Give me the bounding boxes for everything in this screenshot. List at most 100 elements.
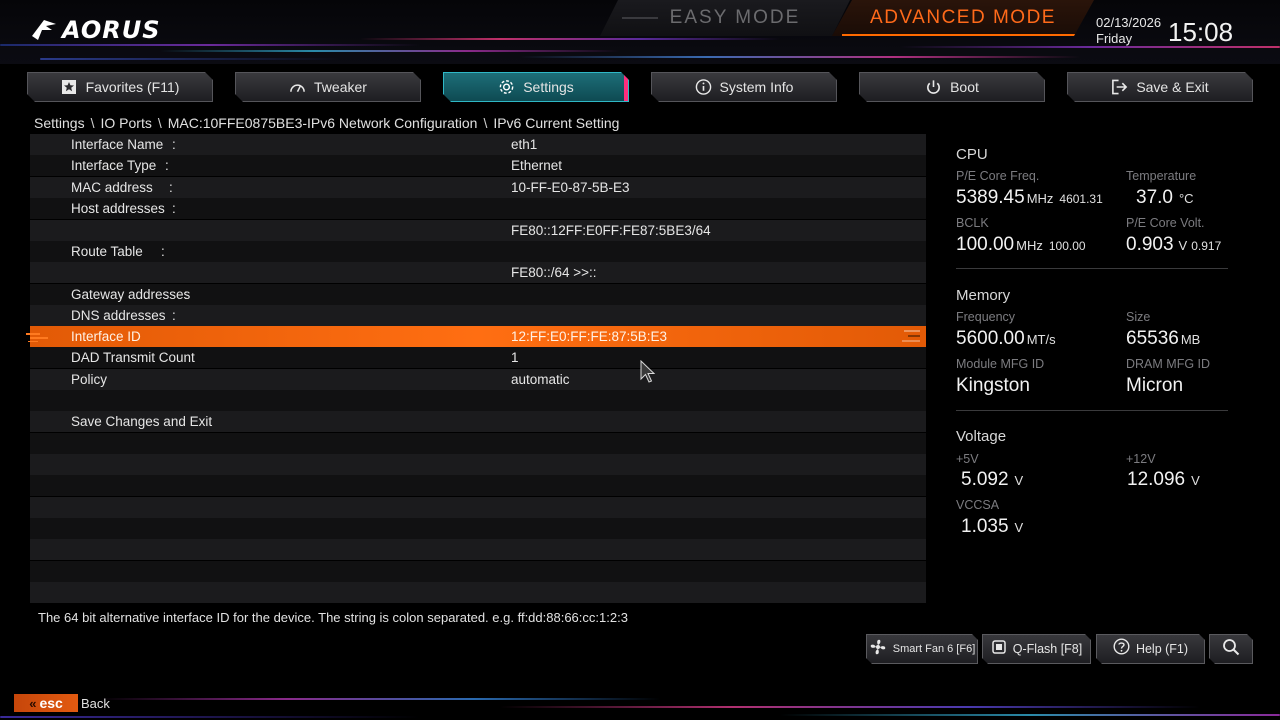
table-row: Interface Type : Ethernet [30, 155, 926, 176]
table-row: Gateway addresses : [30, 284, 926, 305]
gauge-icon [289, 79, 306, 96]
q-flash-label: Q-Flash [F8] [1012, 642, 1083, 656]
hardware-monitor-panel: CPU P/E Core Freq. 5389.45 MHz 4601.31 Tem… [940, 134, 1240, 604]
easy-mode-dash [622, 17, 658, 19]
footer-streak [100, 698, 660, 700]
v12-label: +12V [1126, 452, 1156, 466]
easy-mode-label: EASY MODE [669, 7, 801, 28]
aorus-logo: AORUS [30, 14, 161, 46]
bclk-label: BCLK [956, 216, 989, 230]
tab-settings[interactable]: Settings [443, 72, 629, 102]
tab-label: Boot [950, 79, 979, 95]
row-colon: : [172, 308, 176, 323]
core-volt-label: P/E Core Volt. [1126, 216, 1205, 230]
tab-boot[interactable]: Boot [859, 72, 1045, 102]
header-streak [40, 58, 340, 60]
selection-deco-right [902, 330, 920, 342]
cpu-freq-sub: 4601.31 [1059, 192, 1103, 206]
table-row: Route Table : [30, 241, 926, 262]
mem-freq-label: Frequency [956, 310, 1016, 324]
cpu-freq-number: 5389.45 [956, 187, 1025, 208]
module-mfg-value: Kingston [956, 375, 1030, 396]
vccsa-label: VCCSA [956, 498, 1000, 512]
row-label: Policy [71, 372, 108, 387]
section-divider [956, 268, 1228, 269]
row-value[interactable]: automatic [511, 372, 570, 387]
info-icon [695, 79, 712, 96]
table-row[interactable]: DAD Transmit Count 1 [30, 347, 926, 368]
row-value[interactable]: 1 [511, 350, 519, 365]
row-label: Interface ID [71, 329, 141, 344]
table-row: FE80::/64 >>:: [30, 262, 926, 283]
easy-mode-button[interactable]: EASY MODE [600, 0, 850, 36]
row-label: Host addresses [71, 201, 165, 216]
breadcrumb-item[interactable]: Settings [34, 115, 85, 131]
table-row: MAC address : 10-FF-E0-87-5B-E3 [30, 177, 926, 198]
mem-freq-value: 5600.00 MT/s [956, 328, 1056, 350]
table-row[interactable]: Policy automatic [30, 369, 926, 390]
row-label: Interface Name [71, 137, 164, 152]
header-streak [160, 50, 620, 52]
help-icon [1113, 638, 1130, 660]
row-label: DAD Transmit Count [71, 350, 195, 365]
tab-tweaker[interactable]: Tweaker [235, 72, 421, 102]
v5-value: 5.092 V [961, 469, 1023, 491]
tab-save-exit[interactable]: Save & Exit [1067, 72, 1253, 102]
chip-icon [991, 639, 1007, 660]
mouse-pointer-icon [640, 360, 656, 383]
row-label: MAC address [71, 180, 153, 195]
help-label: Help (F1) [1135, 642, 1189, 656]
advanced-mode-button[interactable]: ADVANCED MODE [832, 0, 1094, 36]
mem-freq-unit: MT/s [1026, 332, 1056, 347]
esc-back-button[interactable]: « esc [14, 694, 78, 712]
table-row [30, 518, 926, 539]
esc-key-label: esc [39, 695, 63, 711]
row-colon: : [161, 244, 165, 259]
header-streak [360, 38, 780, 40]
table-row: Host addresses : [30, 198, 926, 219]
search-button[interactable] [1209, 634, 1253, 664]
table-row[interactable]: Save Changes and Exit [30, 411, 926, 432]
time-display: 15:08 [1168, 17, 1234, 47]
row-value: 10-FF-E0-87-5B-E3 [511, 180, 630, 195]
breadcrumb-item[interactable]: MAC:10FFE0875BE3-IPv6 Network Configurat… [168, 115, 478, 131]
breadcrumb-separator: \ [90, 115, 95, 131]
table-row [30, 390, 926, 411]
row-label: Save Changes and Exit [71, 414, 213, 429]
row-colon: : [172, 201, 176, 216]
cpu-freq-unit: MHz [1026, 191, 1054, 206]
cpu-temp-number: 37.0 [1136, 187, 1173, 208]
tab-label: Favorites (F11) [85, 79, 180, 95]
row-label: DNS addresses [71, 308, 166, 323]
vccsa-value: 1.035 V [961, 516, 1023, 538]
row-label: Route Table [71, 244, 143, 259]
help-button[interactable]: Help (F1) [1096, 634, 1205, 664]
core-volt-value: 0.903 V 0.917 [1126, 234, 1221, 256]
mem-size-value: 65536 MB [1126, 328, 1200, 350]
q-flash-button[interactable]: Q-Flash [F8] [982, 634, 1091, 664]
footer-streak [0, 716, 420, 718]
dram-mfg-value: Micron [1126, 375, 1184, 396]
cpu-freq-label: P/E Core Freq. [956, 169, 1040, 183]
mem-size-unit: MB [1180, 332, 1201, 347]
breadcrumb-item[interactable]: IO Ports [100, 115, 151, 131]
core-volt-unit: V [1178, 238, 1188, 253]
tab-label: System Info [719, 79, 794, 95]
advanced-mode-label: ADVANCED MODE [870, 7, 1056, 28]
tab-favorites[interactable]: Favorites (F11) [27, 72, 213, 102]
tab-label: Tweaker [314, 79, 367, 95]
date-text: 02/13/2026 [1096, 15, 1162, 30]
row-colon: : [165, 158, 169, 173]
tab-label: Save & Exit [1136, 79, 1209, 95]
v12-unit: V [1191, 473, 1200, 488]
row-value[interactable]: 12:FF:E0:FF:FE:87:5B:E3 [511, 329, 667, 344]
mem-freq-number: 5600.00 [956, 328, 1025, 349]
tab-system-info[interactable]: System Info [651, 72, 837, 102]
bclk-unit: MHz [1016, 238, 1043, 253]
table-row: DNS addresses : [30, 305, 926, 326]
cpu-temp-value: 37.0 °C [1136, 187, 1194, 209]
table-row-selected[interactable]: Interface ID 12:FF:E0:FF:FE:87:5B:E3 [26, 326, 926, 347]
smart-fan-button[interactable]: Smart Fan 6 [F6] [866, 634, 978, 664]
mem-size-number: 65536 [1126, 328, 1179, 349]
table-row: Interface Name : eth1 [30, 134, 926, 155]
